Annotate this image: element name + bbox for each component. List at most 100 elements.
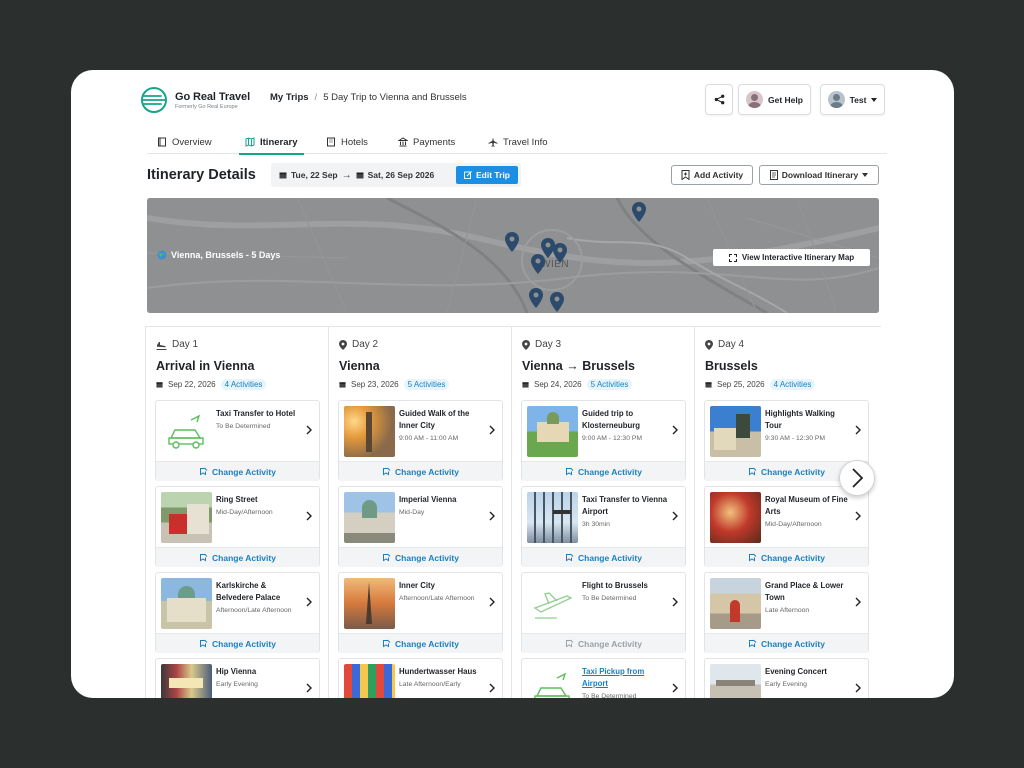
change-activity-label: Change Activity [578, 638, 642, 649]
activity-details-link[interactable]: Karlskirche & Belvedere Palace Afternoon/… [156, 573, 319, 633]
day-column: Day 3 Vienna → Brussels Sep 24, 2026 5 Acti… [511, 327, 694, 698]
activity-time: Early Evening [216, 681, 258, 688]
day-date: Sep 22, 2026 [168, 380, 216, 389]
change-activity-button[interactable]: Change Activity [705, 547, 868, 567]
brand-name: Go Real Travel [175, 90, 251, 103]
chevron-right-icon [855, 425, 861, 435]
change-activity-button[interactable]: Change Activity [522, 461, 685, 481]
activity-details-link[interactable]: Taxi Transfer to Vienna Airport 3h 30min [522, 487, 685, 547]
activity-details-link[interactable]: Grand Place & Lower Town Late Afternoon [705, 573, 868, 633]
activity-thumbnail [527, 492, 578, 543]
user-name: Test [849, 94, 867, 105]
day-column: Day 4 Brussels Sep 25, 2026 4 Activities Hig… [694, 327, 877, 698]
change-activity-button[interactable]: Change Activity [339, 461, 502, 481]
calendar-icon [339, 382, 346, 388]
itinerary-map[interactable]: WIEN Vienna, Brussels - 5 Days View Inte… [147, 198, 879, 313]
chevron-right-icon [672, 425, 678, 435]
change-activity-button[interactable]: Change Activity [156, 633, 319, 653]
app-window: Go Real Travel Formerly Go Real Europe M… [71, 70, 954, 698]
activity-card: Taxi Transfer to Vienna Airport 3h 30min C… [521, 486, 686, 567]
map-pin-icon[interactable] [553, 243, 567, 263]
activity-title: Highlights Walking Tour [765, 409, 835, 430]
breadcrumb-my-trips[interactable]: My Trips [270, 92, 309, 103]
share-icon [714, 94, 724, 105]
next-days-button[interactable] [839, 460, 875, 496]
download-itinerary-button[interactable]: Download Itinerary [759, 165, 879, 185]
change-activity-icon [566, 639, 574, 648]
change-activity-button[interactable]: Change Activity [522, 633, 685, 653]
chevron-right-icon [306, 511, 312, 521]
change-activity-button[interactable]: Change Activity [522, 547, 685, 567]
change-activity-button[interactable]: Change Activity [156, 461, 319, 481]
activity-details-link[interactable]: Flight to Brussels To Be Determined [522, 573, 685, 633]
edit-trip-button[interactable]: Edit Trip [456, 166, 518, 184]
activity-count-badge: 4 Activities [769, 379, 816, 390]
activity-thumbnail [344, 406, 395, 457]
activity-time: Mid-Day/Afternoon [765, 521, 822, 528]
activity-details-link[interactable]: Taxi Transfer to Hotel To Be Determined [156, 401, 319, 461]
chevron-right-icon [306, 425, 312, 435]
chevron-right-icon [306, 597, 312, 607]
activity-time: 9:00 AM - 12:30 PM [582, 435, 643, 442]
activity-time: Afternoon/Late Afternoon [216, 607, 292, 614]
tab-overview[interactable]: Overview [157, 130, 212, 154]
tab-hotels[interactable]: Hotels [326, 130, 368, 154]
chevron-right-icon [855, 597, 861, 607]
activity-details-link[interactable]: Imperial Vienna Mid-Day [339, 487, 502, 547]
activity-details-link[interactable]: Ring Street Mid-Day/Afternoon [156, 487, 319, 547]
change-activity-button[interactable]: Change Activity [156, 547, 319, 567]
map-pin-icon[interactable] [505, 232, 519, 252]
activity-details-link[interactable]: Hip Vienna Early Evening [156, 659, 319, 698]
day-header: Day 3 [522, 339, 561, 350]
tab-itinerary[interactable]: Itinerary [239, 130, 303, 155]
activity-thumbnail [527, 664, 578, 698]
add-activity-label: Add Activity [693, 170, 744, 180]
map-icon [245, 137, 255, 147]
user-menu-button[interactable]: Test [820, 84, 885, 115]
activity-time: Mid-Day/Afternoon [216, 509, 273, 516]
activity-details-link[interactable]: Evening Concert Early Evening [705, 659, 868, 698]
view-interactive-map-button[interactable]: View Interactive Itinerary Map [713, 249, 870, 266]
activity-name: Flight to Brussels To Be Determined [582, 580, 668, 604]
change-activity-button[interactable]: Change Activity [339, 547, 502, 567]
map-trip-label: Vienna, Brussels - 5 Days [157, 250, 280, 260]
day-columns: Day 1 Arrival in Vienna Sep 22, 2026 4 Acti… [145, 326, 881, 698]
activity-title: Grand Place & Lower Town [765, 581, 844, 602]
activity-details-link[interactable]: Inner City Afternoon/Late Afternoon [339, 573, 502, 633]
brand-logo[interactable]: Go Real Travel Formerly Go Real Europe [139, 85, 250, 115]
activity-count-badge: 5 Activities [403, 379, 450, 390]
get-help-button[interactable]: Get Help [738, 84, 811, 115]
globe-icon [157, 250, 167, 260]
activity-time: 3h 30min [582, 521, 610, 528]
location-pin-icon [339, 339, 347, 350]
add-activity-button[interactable]: Add Activity [671, 165, 753, 185]
chevron-right-icon [672, 597, 678, 607]
activity-details-link[interactable]: Royal Museum of Fine Arts Mid-Day/Afterno… [705, 487, 868, 547]
change-activity-icon [383, 639, 391, 648]
activity-name: Highlights Walking Tour 9:30 AM - 12:30 P… [765, 408, 851, 444]
activity-card: Guided Walk of the Inner City 9:00 AM - 1… [338, 400, 503, 481]
map-pin-icon[interactable] [550, 292, 564, 312]
breadcrumb-current: 5 Day Trip to Vienna and Brussels [323, 92, 467, 103]
change-activity-icon [566, 553, 574, 562]
activity-time: To Be Determined [216, 423, 271, 430]
plane-landing-icon [156, 341, 167, 350]
tab-travel-info[interactable]: Travel Info [488, 130, 548, 154]
activity-details-link[interactable]: Taxi Pickup from Airport To Be Determined [522, 659, 685, 698]
map-pin-icon[interactable] [531, 254, 545, 274]
share-button[interactable] [705, 84, 733, 115]
activity-details-link[interactable]: Guided trip to Klosterneuburg 9:00 AM - 1… [522, 401, 685, 461]
map-pin-icon[interactable] [632, 202, 646, 222]
change-activity-button[interactable]: Change Activity [705, 633, 868, 653]
tab-payments[interactable]: Payments [398, 130, 455, 154]
change-activity-button[interactable]: Change Activity [339, 633, 502, 653]
activity-thumbnail [161, 406, 212, 457]
activity-details-link[interactable]: Guided Walk of the Inner City 9:00 AM - 1… [339, 401, 502, 461]
activity-title: Taxi Transfer to Vienna Airport [582, 495, 668, 516]
activity-thumbnail [344, 664, 395, 698]
day-number: Day 1 [172, 339, 199, 350]
activity-details-link[interactable]: Hundertwasser Haus Late Afternoon/Early [339, 659, 502, 698]
map-pin-icon[interactable] [529, 288, 543, 308]
change-activity-label: Change Activity [395, 466, 459, 477]
activity-details-link[interactable]: Highlights Walking Tour 9:30 AM - 12:30 P… [705, 401, 868, 461]
